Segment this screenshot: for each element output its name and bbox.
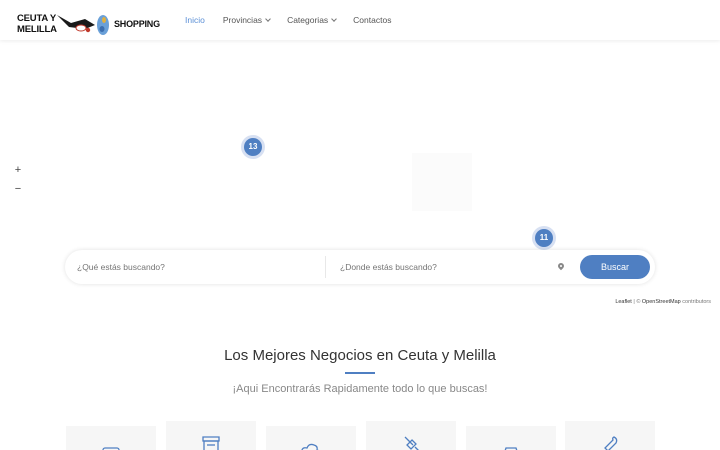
category-card[interactable]: [266, 426, 356, 450]
logo-text-line2: MELILLA: [17, 24, 57, 35]
zoom-in-button[interactable]: +: [9, 161, 27, 180]
category-card[interactable]: [166, 421, 256, 450]
map-attribution: Leaflet | © OpenStreetMap contributors: [615, 299, 711, 305]
nav-item-provincias[interactable]: Provincias: [222, 14, 271, 26]
leaflet-link[interactable]: Leaflet: [615, 299, 632, 305]
nav-item-contactos[interactable]: Contactos: [353, 14, 391, 26]
cluster-count: 13: [244, 138, 262, 156]
car-icon: [504, 447, 518, 450]
location-pin-icon[interactable]: [556, 261, 566, 271]
nav-item-inicio[interactable]: Inicio: [185, 14, 205, 26]
section-title: Los Mejores Negocios en Ceuta y Melilla: [224, 347, 496, 364]
category-card[interactable]: [565, 421, 655, 450]
nav-item-label: Categorias: [287, 15, 329, 25]
title-underline: [345, 372, 375, 374]
attribution-separator: | ©: [631, 299, 642, 305]
chevron-down-icon: [265, 16, 271, 22]
logo-text-line1: CEUTA Y: [17, 13, 57, 24]
category-card[interactable]: [366, 421, 456, 450]
attribution-contributors: contributors: [680, 299, 711, 305]
box-icon: [102, 447, 120, 450]
nav-item-categorias[interactable]: Categorias: [287, 14, 338, 26]
wrench-icon: [604, 436, 618, 450]
what-search-input[interactable]: [77, 261, 317, 273]
site-logo[interactable]: CEUTA Y MELILLA SHOPPING: [17, 11, 162, 37]
cluster-count: 11: [535, 229, 553, 247]
chevron-down-icon: [331, 16, 338, 22]
map-tile: [412, 153, 472, 211]
store-icon: [202, 436, 220, 450]
search-divider: [325, 256, 326, 278]
main-nav: Inicio Provincias Categorias Contactos: [185, 14, 408, 26]
nav-item-label: Provincias: [222, 15, 263, 25]
cloud-icon: [301, 443, 319, 450]
search-button[interactable]: Buscar: [580, 255, 650, 279]
zoom-control: + −: [9, 161, 27, 199]
logo-emblem-icon: [57, 15, 109, 35]
category-cards: [66, 421, 656, 450]
zoom-out-button[interactable]: −: [9, 180, 27, 199]
where-search-input[interactable]: [340, 261, 540, 273]
map-cluster-marker[interactable]: 13: [241, 135, 265, 159]
osm-link[interactable]: OpenStreetMap: [642, 299, 681, 305]
site-header: CEUTA Y MELILLA SHOPPING Inicio Provinci…: [0, 0, 720, 40]
logo-text-line3: SHOPPING: [114, 19, 160, 29]
map-cluster-marker[interactable]: 11: [532, 226, 556, 250]
nav-item-label: Inicio: [185, 15, 205, 25]
search-bar: Buscar: [65, 250, 655, 284]
nav-item-label: Contactos: [353, 15, 392, 25]
category-card[interactable]: [66, 426, 156, 450]
section-subtitle: ¡Aqui Encontrarás Rapidamente todo lo qu…: [232, 383, 488, 395]
category-card[interactable]: [466, 426, 556, 450]
wrench-brush-icon: [404, 436, 419, 450]
